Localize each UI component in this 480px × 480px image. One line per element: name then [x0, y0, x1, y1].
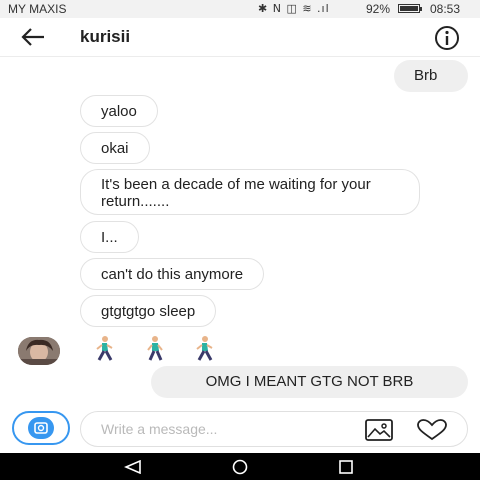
- message-incoming[interactable]: yaloo: [80, 95, 158, 127]
- message-thread[interactable]: Brb yaloo okai It's been a decade of me …: [0, 57, 480, 407]
- message-outgoing[interactable]: Brb: [394, 60, 468, 92]
- clock: 08:53: [430, 2, 461, 16]
- recents-square-icon[interactable]: [338, 460, 354, 474]
- message-incoming[interactable]: can't do this anymore: [80, 258, 265, 290]
- heart-icon[interactable]: [416, 419, 448, 441]
- running-person-icon: [196, 336, 213, 361]
- home-circle-icon[interactable]: [229, 459, 251, 475]
- message-incoming[interactable]: It's been a decade of me waiting for you…: [80, 169, 420, 215]
- message-outgoing[interactable]: OMG I MEANT GTG NOT BRB: [151, 366, 468, 398]
- message-composer: [0, 407, 480, 453]
- info-icon[interactable]: [433, 24, 461, 52]
- message-incoming[interactable]: gtgtgtgo sleep: [80, 295, 217, 327]
- chat-header: kurisii: [0, 18, 480, 57]
- carrier-name: MY MAXIS: [8, 2, 67, 16]
- arrow-left-icon[interactable]: [20, 26, 46, 48]
- running-person-icon: [147, 336, 163, 361]
- message-incoming[interactable]: I...: [80, 221, 139, 253]
- battery-percentage: 92%: [366, 2, 391, 16]
- system-nav-bar: [0, 453, 480, 480]
- image-icon[interactable]: [365, 419, 393, 441]
- status-bar: MY MAXIS ✱ N ◫ ≋ .ıl 92% 08:53: [0, 0, 480, 18]
- status-icons: ✱ N ◫ ≋ .ıl: [258, 2, 330, 15]
- camera-button[interactable]: [12, 411, 70, 445]
- camera-icon: [28, 417, 54, 439]
- message-incoming[interactable]: okai: [80, 132, 150, 164]
- avatar[interactable]: [18, 337, 60, 365]
- running-person-icon: [96, 336, 113, 361]
- message-input[interactable]: [80, 411, 468, 447]
- battery-icon: [398, 4, 422, 13]
- chat-title[interactable]: kurisii: [80, 27, 130, 47]
- back-triangle-icon[interactable]: [124, 460, 142, 474]
